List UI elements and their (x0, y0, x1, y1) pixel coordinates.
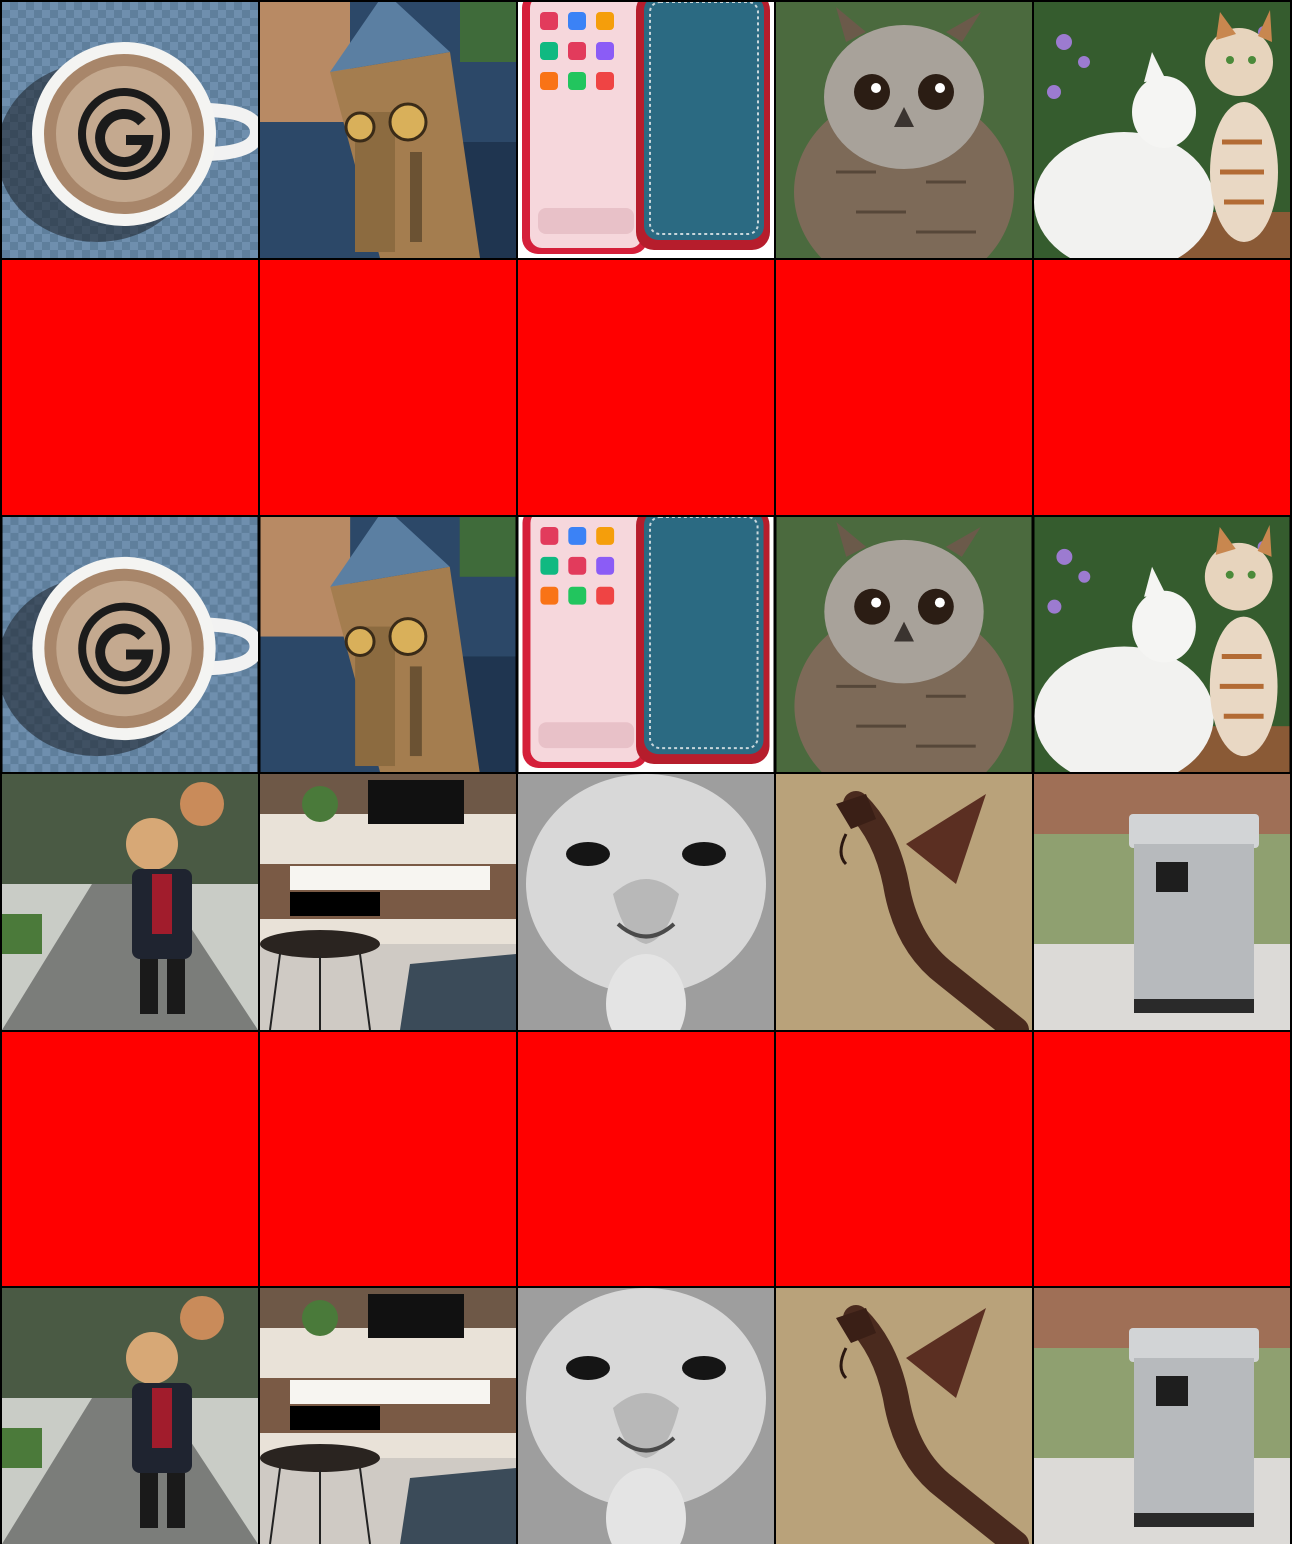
owl-icon (776, 517, 1032, 772)
trash-can-icon (1034, 774, 1290, 1030)
coffee-cup-icon (2, 2, 258, 258)
red-mask-tile (2, 1032, 258, 1286)
clock-tower-icon (260, 517, 516, 772)
phone-case-icon (518, 517, 774, 772)
image-grid (0, 0, 1292, 1544)
ostrich-icon (518, 1288, 774, 1544)
coffee-cup-icon (2, 517, 258, 772)
cats-icon (1034, 517, 1290, 772)
red-mask-tile (260, 1032, 516, 1286)
living-room-icon (260, 1288, 516, 1544)
puppet-man-icon (2, 1288, 258, 1544)
red-mask-tile (776, 1032, 1032, 1286)
owl-icon (776, 2, 1032, 258)
dragon-icon (776, 1288, 1032, 1544)
red-mask-tile (518, 1032, 774, 1286)
trash-can-icon (1034, 1288, 1290, 1544)
puppet-man-icon (2, 774, 258, 1030)
phone-case-icon (518, 2, 774, 258)
red-mask-tile (1034, 1032, 1290, 1286)
cats-icon (1034, 2, 1290, 258)
red-mask-tile (518, 260, 774, 515)
clock-tower-icon (260, 2, 516, 258)
red-mask-tile (260, 260, 516, 515)
red-mask-tile (2, 260, 258, 515)
ostrich-icon (518, 774, 774, 1030)
red-mask-tile (1034, 260, 1290, 515)
dragon-icon (776, 774, 1032, 1030)
red-mask-tile (776, 260, 1032, 515)
living-room-icon (260, 774, 516, 1030)
